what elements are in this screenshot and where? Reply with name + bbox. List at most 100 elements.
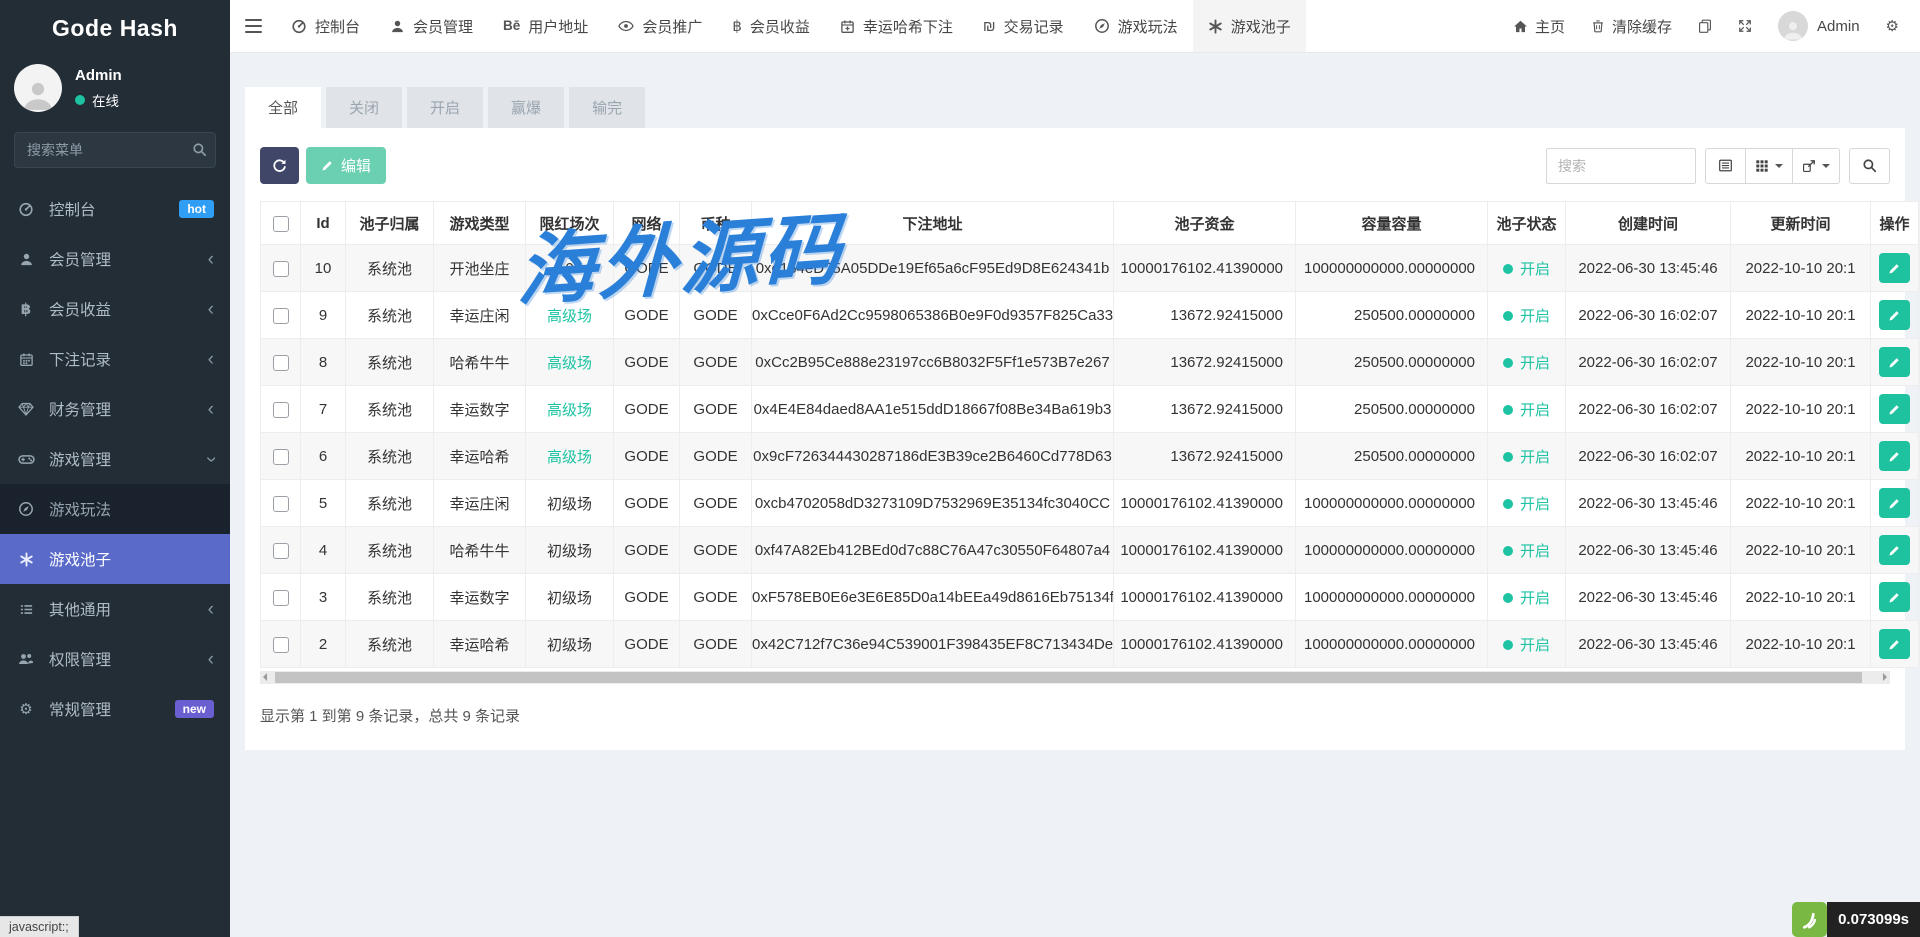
online-dot (75, 95, 85, 105)
nav-tab-member-earnings[interactable]: ฿会员收益 (717, 0, 825, 52)
filter-tab-4[interactable]: 输完 (569, 87, 645, 128)
export-button[interactable] (1793, 148, 1840, 184)
edit-row-button[interactable] (1879, 441, 1910, 471)
filter-tab-1[interactable]: 关闭 (326, 87, 402, 128)
scroll-right-arrow-icon[interactable] (1883, 673, 1887, 681)
edit-row-button[interactable] (1879, 629, 1910, 659)
row-checkbox[interactable] (273, 590, 289, 606)
nav-tab-game-play[interactable]: 游戏玩法 (1079, 0, 1193, 52)
row-checkbox[interactable] (273, 543, 289, 559)
settings-gear-icon[interactable]: ⚙ (1873, 0, 1912, 52)
row-checkbox[interactable] (273, 637, 289, 653)
horizontal-scrollbar[interactable] (260, 671, 1890, 684)
cell-actions (1871, 433, 1919, 480)
scrollbar-thumb[interactable] (275, 672, 1862, 683)
filter-tab-3[interactable]: 赢爆 (488, 87, 564, 128)
cell-created: 2022-06-30 16:02:07 (1566, 386, 1731, 433)
cell-id: 7 (301, 386, 346, 433)
table-row: 10系统池开池坐庄0GODEGODE0xe154eD75A05DDe19Ef65… (261, 245, 1919, 292)
select-all-checkbox[interactable] (273, 216, 289, 232)
row-checkbox[interactable] (273, 308, 289, 324)
cell-capacity: 100000000000.00000000 (1296, 480, 1488, 527)
table-search-input[interactable] (1546, 148, 1696, 184)
cell-address: 0xe154eD75A05DDe19Ef65a6cF95Ed9D8E624341… (752, 245, 1114, 292)
row-checkbox[interactable] (273, 261, 289, 277)
nav-tab-member-promo[interactable]: 会员推广 (603, 0, 717, 52)
columns-button[interactable] (1746, 148, 1793, 184)
cell-id: 3 (301, 574, 346, 621)
column-header: 游戏类型 (434, 202, 526, 245)
cell-game_type: 幸运庄闲 (434, 480, 526, 527)
nav-tab-lucky-hash-bet[interactable]: 幸运哈希下注 (825, 0, 968, 52)
sidebar-item-other-common[interactable]: 其他通用‹ (0, 584, 230, 634)
edit-row-button[interactable] (1879, 347, 1910, 377)
sidebar-item-game-pool[interactable]: 游戏池子 (0, 534, 230, 584)
sidebar-item-member-earnings[interactable]: ฿会员收益‹ (0, 284, 230, 334)
cell-created: 2022-06-30 13:45:46 (1566, 480, 1731, 527)
search-button[interactable] (1849, 148, 1890, 184)
sidebar-item-permissions[interactable]: 权限管理‹ (0, 634, 230, 684)
edit-row-button[interactable] (1879, 300, 1910, 330)
cell-level: 初级场 (526, 574, 614, 621)
sidebar-item-game-play[interactable]: 游戏玩法 (0, 484, 230, 534)
sidebar-item-bet-records[interactable]: 下注记录‹ (0, 334, 230, 384)
cell-network: GODE (614, 292, 680, 339)
cell-network: GODE (614, 245, 680, 292)
sidebar-item-console[interactable]: 控制台hot (0, 184, 230, 234)
edit-row-button[interactable] (1879, 582, 1910, 612)
cell-coin: GODE (680, 292, 752, 339)
edit-row-button[interactable] (1879, 253, 1910, 283)
refresh-button[interactable] (260, 147, 299, 184)
cell-level: 0 (526, 245, 614, 292)
edit-row-button[interactable] (1879, 488, 1910, 518)
nav-tab-trade-records[interactable]: ₪交易记录 (968, 0, 1079, 52)
column-header: 操作 (1871, 202, 1919, 245)
home-link[interactable]: 主页 (1500, 0, 1578, 52)
nav-tab-label: 会员管理 (413, 16, 473, 37)
user-icon (16, 252, 36, 267)
column-header: Id (301, 202, 346, 245)
export-icon (1802, 159, 1816, 173)
cell-level: 初级场 (526, 527, 614, 574)
debug-loadtime-bar[interactable]: 0.073099s (1792, 902, 1920, 937)
edit-button[interactable]: 编辑 (306, 147, 386, 184)
nav-tab-console[interactable]: 控制台 (276, 0, 375, 52)
edit-row-button[interactable] (1879, 394, 1910, 424)
nav-tab-game-pool[interactable]: 游戏池子 (1193, 0, 1306, 52)
row-checkbox[interactable] (273, 496, 289, 512)
table-card: 编辑 (245, 128, 1905, 750)
sidebar-search-input[interactable] (14, 132, 216, 168)
fullscreen-button[interactable] (1725, 0, 1765, 52)
row-checkbox[interactable] (273, 402, 289, 418)
search-icon (192, 142, 207, 157)
filter-tab-2[interactable]: 开启 (407, 87, 483, 128)
filter-tab-0[interactable]: 全部 (245, 87, 321, 128)
copy-page-button[interactable] (1685, 0, 1725, 52)
table-toolbar: 编辑 (260, 147, 1890, 184)
status-dot (1503, 311, 1513, 321)
sidebar-item-general[interactable]: ⚙常规管理new (0, 684, 230, 734)
cell-created: 2022-06-30 13:45:46 (1566, 245, 1731, 292)
clear-cache-link[interactable]: 清除缓存 (1578, 0, 1685, 52)
row-checkbox[interactable] (273, 449, 289, 465)
bitcoin-icon: ฿ (16, 302, 36, 317)
sidebar-item-game-management[interactable]: 游戏管理‹ (0, 434, 230, 484)
nav-tab-label: 控制台 (315, 16, 360, 37)
dashboard-icon (291, 18, 307, 34)
sidebar-item-members[interactable]: 会员管理‹ (0, 234, 230, 284)
row-checkbox[interactable] (273, 355, 289, 371)
toolbar-right (1546, 148, 1890, 184)
nav-tab-user-address[interactable]: Bē用户地址 (488, 0, 603, 52)
column-header: 限红场次 (526, 202, 614, 245)
cell-actions (1871, 527, 1919, 574)
edit-row-button[interactable] (1879, 535, 1910, 565)
cell-owner: 系统池 (346, 621, 434, 668)
scroll-left-arrow-icon[interactable] (263, 673, 267, 681)
detail-view-button[interactable] (1705, 148, 1746, 184)
gem-icon (16, 401, 36, 417)
hamburger-menu-button[interactable] (230, 0, 276, 52)
cell-actions (1871, 339, 1919, 386)
sidebar-item-finance[interactable]: 财务管理‹ (0, 384, 230, 434)
nav-tab-members[interactable]: 会员管理 (375, 0, 488, 52)
user-menu[interactable]: Admin (1765, 0, 1873, 52)
